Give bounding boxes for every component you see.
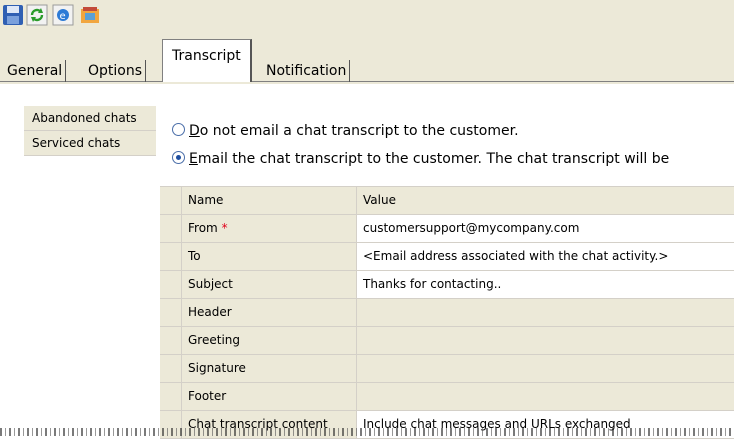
subject-field[interactable]: Thanks for contacting.. (357, 271, 734, 298)
sidebar-item-abandoned-chats[interactable]: Abandoned chats (24, 106, 156, 131)
grid-row-subject: Subject Thanks for contacting.. (160, 271, 734, 299)
signature-field[interactable] (357, 355, 734, 382)
email-settings-grid: Name Value From * customersupport@mycomp… (160, 186, 734, 439)
refresh-icon[interactable] (26, 4, 48, 26)
tab-notification[interactable]: Notification (263, 60, 351, 82)
save-icon[interactable] (2, 4, 24, 26)
from-field[interactable]: customersupport@mycompany.com (357, 215, 734, 242)
option-no-email-label: o not email a chat transcript to the cus… (199, 123, 519, 139)
row-gutter (160, 187, 182, 214)
tools-icon[interactable] (79, 4, 101, 26)
tab-options[interactable]: Options (85, 60, 147, 82)
row-gutter (160, 215, 182, 242)
to-field[interactable]: <Email address associated with the chat … (357, 243, 734, 270)
footer-field[interactable] (357, 383, 734, 410)
tab-strip: General Options Transcript Notification (0, 36, 734, 84)
grid-row-to: To <Email address associated with the ch… (160, 243, 734, 271)
browser-icon[interactable]: e (52, 4, 74, 26)
sidebar-item-serviced-chats[interactable]: Serviced chats (24, 131, 156, 156)
option-email-hotkey: E (189, 151, 198, 167)
field-label-from: From * (182, 215, 357, 242)
option-no-email[interactable]: Do not email a chat transcript to the cu… (172, 120, 519, 142)
field-label-header: Header (182, 299, 357, 326)
transcript-panel: Abandoned chats Serviced chats Do not em… (0, 84, 734, 439)
option-email-label: mail the chat transcript to the customer… (197, 151, 670, 167)
row-gutter (160, 271, 182, 298)
field-label-subject: Subject (182, 271, 357, 298)
field-label-footer: Footer (182, 383, 357, 410)
field-label-from-text: From (188, 221, 218, 235)
grid-row-header: Header (160, 299, 734, 327)
tab-transcript[interactable]: Transcript (162, 39, 252, 82)
toolbar: e (0, 0, 734, 36)
chat-type-list: Abandoned chats Serviced chats (24, 106, 156, 156)
row-gutter (160, 355, 182, 382)
row-gutter (160, 243, 182, 270)
column-header-value: Value (357, 187, 734, 214)
column-header-name: Name (182, 187, 357, 214)
option-email-transcript[interactable]: Email the chat transcript to the custome… (172, 148, 669, 170)
header-field[interactable] (357, 299, 734, 326)
row-gutter (160, 383, 182, 410)
grid-row-footer: Footer (160, 383, 734, 411)
radio-no-email[interactable] (172, 123, 185, 136)
required-marker: * (221, 221, 228, 235)
grid-row-from: From * customersupport@mycompany.com (160, 215, 734, 243)
bottom-edge-artifact (0, 428, 734, 436)
row-gutter (160, 327, 182, 354)
tab-general[interactable]: General (4, 60, 67, 82)
field-label-greeting: Greeting (182, 327, 357, 354)
option-no-email-hotkey: D (189, 123, 200, 139)
grid-row-signature: Signature (160, 355, 734, 383)
grid-row-greeting: Greeting (160, 327, 734, 355)
field-label-signature: Signature (182, 355, 357, 382)
svg-text:e: e (60, 11, 66, 22)
greeting-field[interactable] (357, 327, 734, 354)
field-label-to: To (182, 243, 357, 270)
grid-header: Name Value (160, 186, 734, 215)
radio-email-transcript[interactable] (172, 151, 185, 164)
row-gutter (160, 299, 182, 326)
